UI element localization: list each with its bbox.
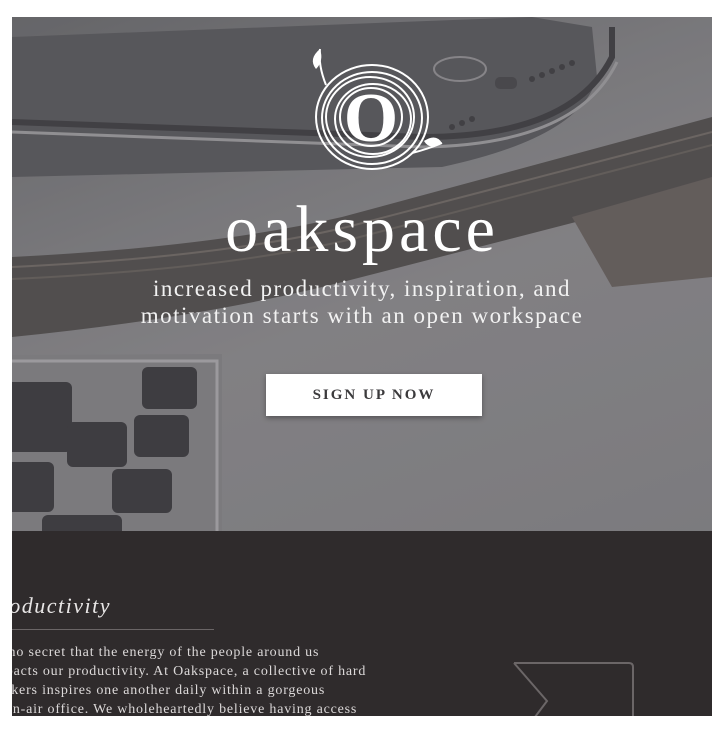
section-divider: [12, 629, 214, 630]
section-paragraph: s no secret that the energy of the peopl…: [12, 645, 367, 716]
tagline-line-2: motivation starts with an open workspace: [140, 303, 584, 328]
chevron-frame-icon: [513, 662, 634, 716]
hero-tagline: increased productivity, inspiration, and…: [12, 275, 712, 329]
sign-up-button[interactable]: SIGN UP NOW: [266, 374, 482, 416]
hero-section: O oakspace increased productivity, inspi…: [12, 17, 712, 531]
tagline-line-1: increased productivity, inspiration, and: [152, 276, 572, 301]
brand-name: oakspace: [225, 193, 499, 266]
oak-ring-logo-icon: O: [312, 48, 443, 170]
logo-letter: O: [344, 80, 398, 157]
productivity-section: roductivity s no secret that the energy …: [12, 531, 712, 716]
section-title: roductivity: [12, 593, 111, 618]
